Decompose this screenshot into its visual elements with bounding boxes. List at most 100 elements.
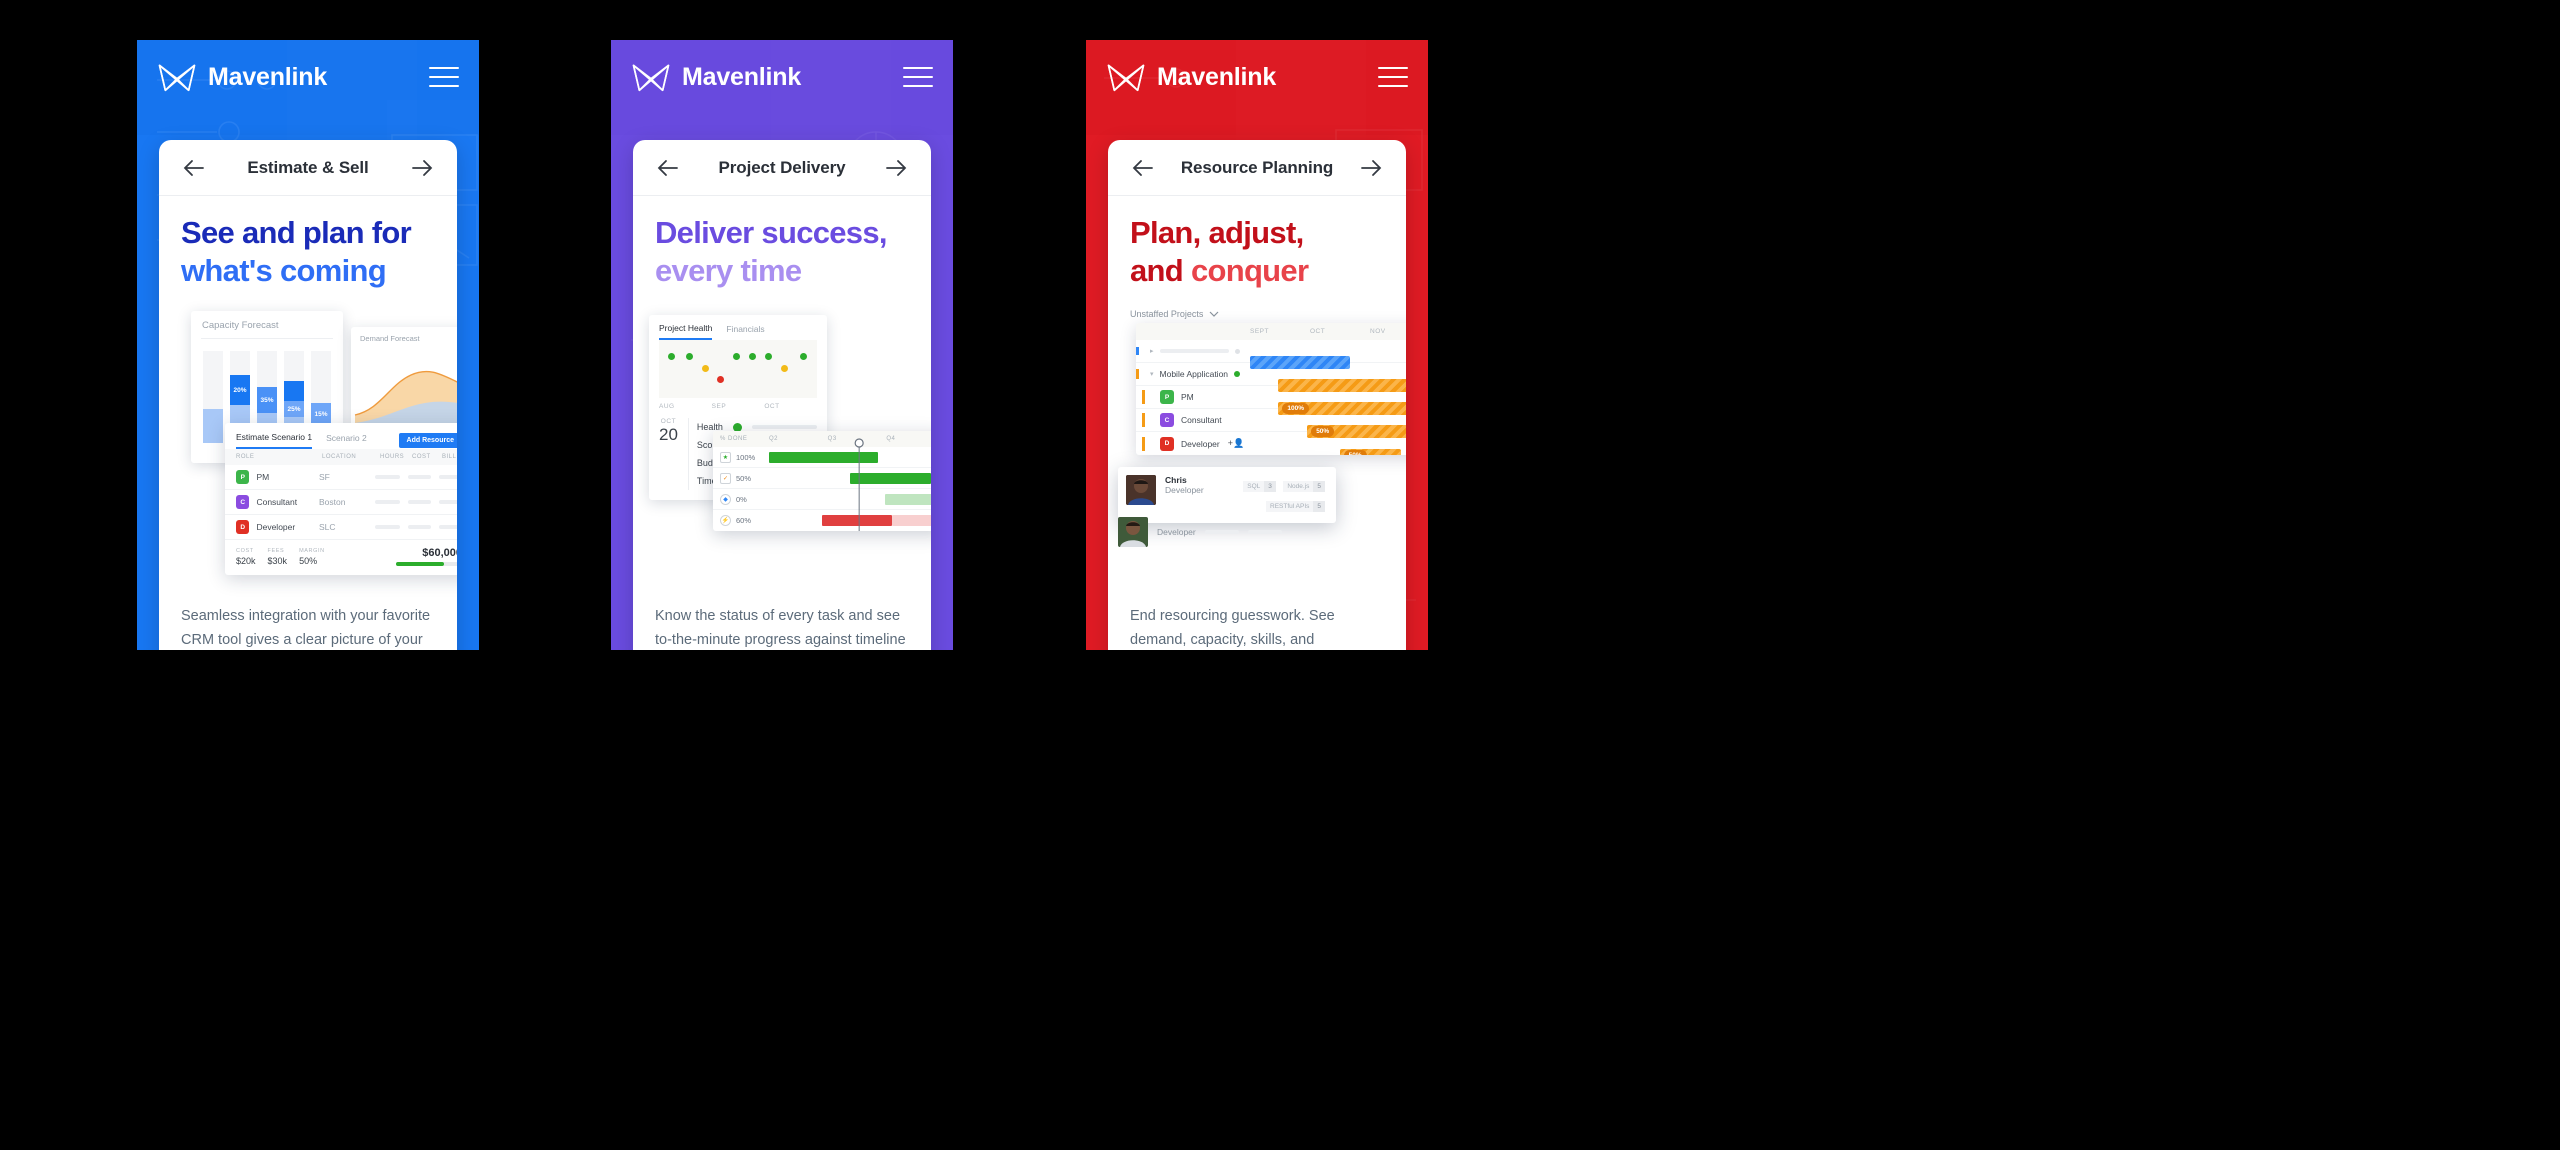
checklist-icon: ✓: [720, 472, 731, 484]
tab-scenario-2[interactable]: Scenario 2: [326, 433, 367, 448]
resource-row[interactable]: P PM 100%: [1136, 386, 1406, 415]
resource-row-collapsed[interactable]: ▸: [1136, 340, 1406, 369]
gantt-bar: [849, 473, 931, 484]
budget-progress-bar: [396, 562, 457, 566]
table-row[interactable]: C Consultant Boston: [225, 490, 457, 515]
row-label: P PM: [1136, 390, 1246, 404]
gantt-percent: ✓ 50%: [713, 472, 769, 484]
card-paragraph: End resourcing guesswork. See demand, ca…: [1130, 608, 1335, 648]
hamburger-menu-icon[interactable]: [903, 67, 933, 87]
month-label: OCT: [764, 403, 780, 410]
capacity-forecast-title: Capacity Forecast: [202, 320, 279, 331]
allocation-percent: 50%: [1343, 449, 1367, 455]
arrow-left-icon[interactable]: [181, 158, 211, 178]
user-avatar-icon: [1118, 517, 1148, 547]
gantt-row[interactable]: ◆ 0%: [713, 489, 931, 510]
month-axis: AUG SEP OCT: [649, 398, 827, 416]
role-badge: P: [1160, 390, 1174, 404]
skill-level: 5: [1313, 501, 1325, 512]
illustration-resource-planning: Unstaffed Projects SEPT OCT NOV ▸ ▾ Mobi…: [1118, 305, 1406, 595]
role-name: Developer: [256, 522, 296, 532]
hamburger-menu-icon[interactable]: [1378, 67, 1408, 87]
month-sept: SEPT: [1250, 328, 1269, 335]
row-label: ▾ Mobile Application: [1136, 369, 1246, 379]
phone-mockup-resource-planning: Mavenlink Resource Planning Plan, adjust…: [1086, 40, 1428, 650]
gantt-track: [769, 489, 931, 509]
gantt-row[interactable]: ✓ 50%: [713, 468, 931, 489]
second-person-row[interactable]: Developer: [1118, 517, 1282, 547]
tab-project-health[interactable]: Project Health: [659, 323, 713, 340]
headline-line-2b: conquer: [1190, 252, 1309, 288]
demand-area-chart: 120% 55%: [354, 370, 457, 425]
arrow-right-icon[interactable]: [1354, 158, 1384, 178]
mavenlink-logo-icon: [1107, 64, 1145, 92]
tab-estimate-scenario-1[interactable]: Estimate Scenario 1: [236, 432, 313, 449]
bar-label: 25%: [284, 401, 304, 417]
summary-value: $20k: [236, 556, 256, 566]
card-top-bar: Mavenlink: [1086, 40, 1428, 114]
gantt-row[interactable]: ★ 100%: [713, 447, 931, 468]
status-dot: [749, 352, 757, 360]
resource-row-group[interactable]: ▾ Mobile Application: [1136, 363, 1406, 392]
status-dot: [685, 352, 693, 360]
brand-name: Mavenlink: [682, 62, 802, 91]
card-body: Deliver success, every time Project Heal…: [633, 196, 931, 650]
resource-table-header: SEPT OCT NOV: [1136, 323, 1406, 340]
brand-logo[interactable]: Mavenlink: [631, 60, 801, 94]
add-resource-button[interactable]: Add Resource: [398, 433, 457, 448]
role-name: Consultant: [1181, 415, 1222, 425]
illustration-estimate: Capacity Forecast 20% 35% 25% 15% Demand…: [173, 305, 457, 595]
role-badge: D: [236, 520, 250, 534]
health-dot-chart: [659, 340, 817, 398]
tab-financials[interactable]: Financials: [726, 324, 764, 339]
brand-logo[interactable]: Mavenlink: [1106, 60, 1276, 94]
brand-logo[interactable]: Mavenlink: [157, 60, 327, 94]
card-headline: See and plan for what's coming: [181, 214, 435, 289]
role-badge: C: [236, 495, 250, 509]
arrow-right-icon[interactable]: [405, 158, 435, 178]
filter-label: Unstaffed Projects: [1130, 309, 1204, 319]
budget-value: $60,000: [422, 547, 457, 559]
arrow-right-icon[interactable]: [879, 158, 909, 178]
headline-line-1: Deliver success,: [655, 215, 888, 250]
gantt-row[interactable]: ⚡ 60%: [713, 510, 931, 531]
resource-row[interactable]: C Consultant 50%: [1136, 409, 1406, 438]
skill-tag: RESTful APIs 5: [1266, 501, 1325, 512]
row-label: D Developer +👤: [1136, 436, 1246, 451]
percent-value: 100%: [736, 452, 756, 462]
percent-value: 0%: [736, 494, 747, 504]
skill-name: Node.js: [1287, 483, 1310, 490]
status-dot: [764, 352, 772, 360]
column-q3: Q3: [827, 436, 837, 442]
add-person-icon[interactable]: +👤: [1228, 438, 1244, 449]
bar-label: 15%: [311, 403, 331, 425]
card-title: Project Delivery: [718, 157, 846, 177]
arrow-left-icon[interactable]: [655, 158, 685, 178]
arrow-left-icon[interactable]: [1130, 158, 1160, 178]
scenario-tabs: Estimate Scenario 1 Scenario 2 Add Resou…: [225, 423, 457, 449]
person-tooltip: Chris Developer SQL3 Node.js5 RESTful: [1118, 467, 1336, 523]
brand-name: Mavenlink: [208, 62, 328, 91]
skill-name: SQL: [1247, 483, 1261, 490]
skill-level: 3: [1264, 481, 1276, 492]
expand-triangle-icon[interactable]: ▸: [1150, 347, 1154, 355]
bolt-icon: ⚡: [720, 515, 731, 526]
summary-value: 50%: [299, 556, 318, 566]
collapse-triangle-icon[interactable]: ▾: [1150, 370, 1154, 378]
status-dot: [733, 352, 741, 360]
card-top-bar: Mavenlink: [611, 40, 953, 114]
row-label: C Consultant: [1136, 413, 1246, 427]
card-paragraph: Know the status of every task and see to…: [655, 608, 906, 648]
resource-row[interactable]: D Developer +👤 50%: [1136, 432, 1406, 455]
gantt-panel: % DONE Q2 Q3 Q4 ★ 100% ✓ 50% ◆ 0% ⚡ 60%: [713, 431, 931, 531]
summary-label: MARGIN: [299, 548, 325, 554]
card-navigation: Estimate & Sell: [159, 140, 457, 196]
month-label: AUG: [659, 403, 675, 410]
card-headline: Plan, adjust, and conquer: [1130, 214, 1384, 289]
brand-name: Mavenlink: [1157, 62, 1277, 91]
table-row[interactable]: P PM SF: [225, 465, 457, 490]
table-row[interactable]: D Developer SLC: [225, 515, 457, 540]
content-card: Estimate & Sell See and plan for what's …: [159, 140, 457, 650]
hamburger-menu-icon[interactable]: [429, 67, 459, 87]
role-badge: D: [1160, 436, 1174, 451]
